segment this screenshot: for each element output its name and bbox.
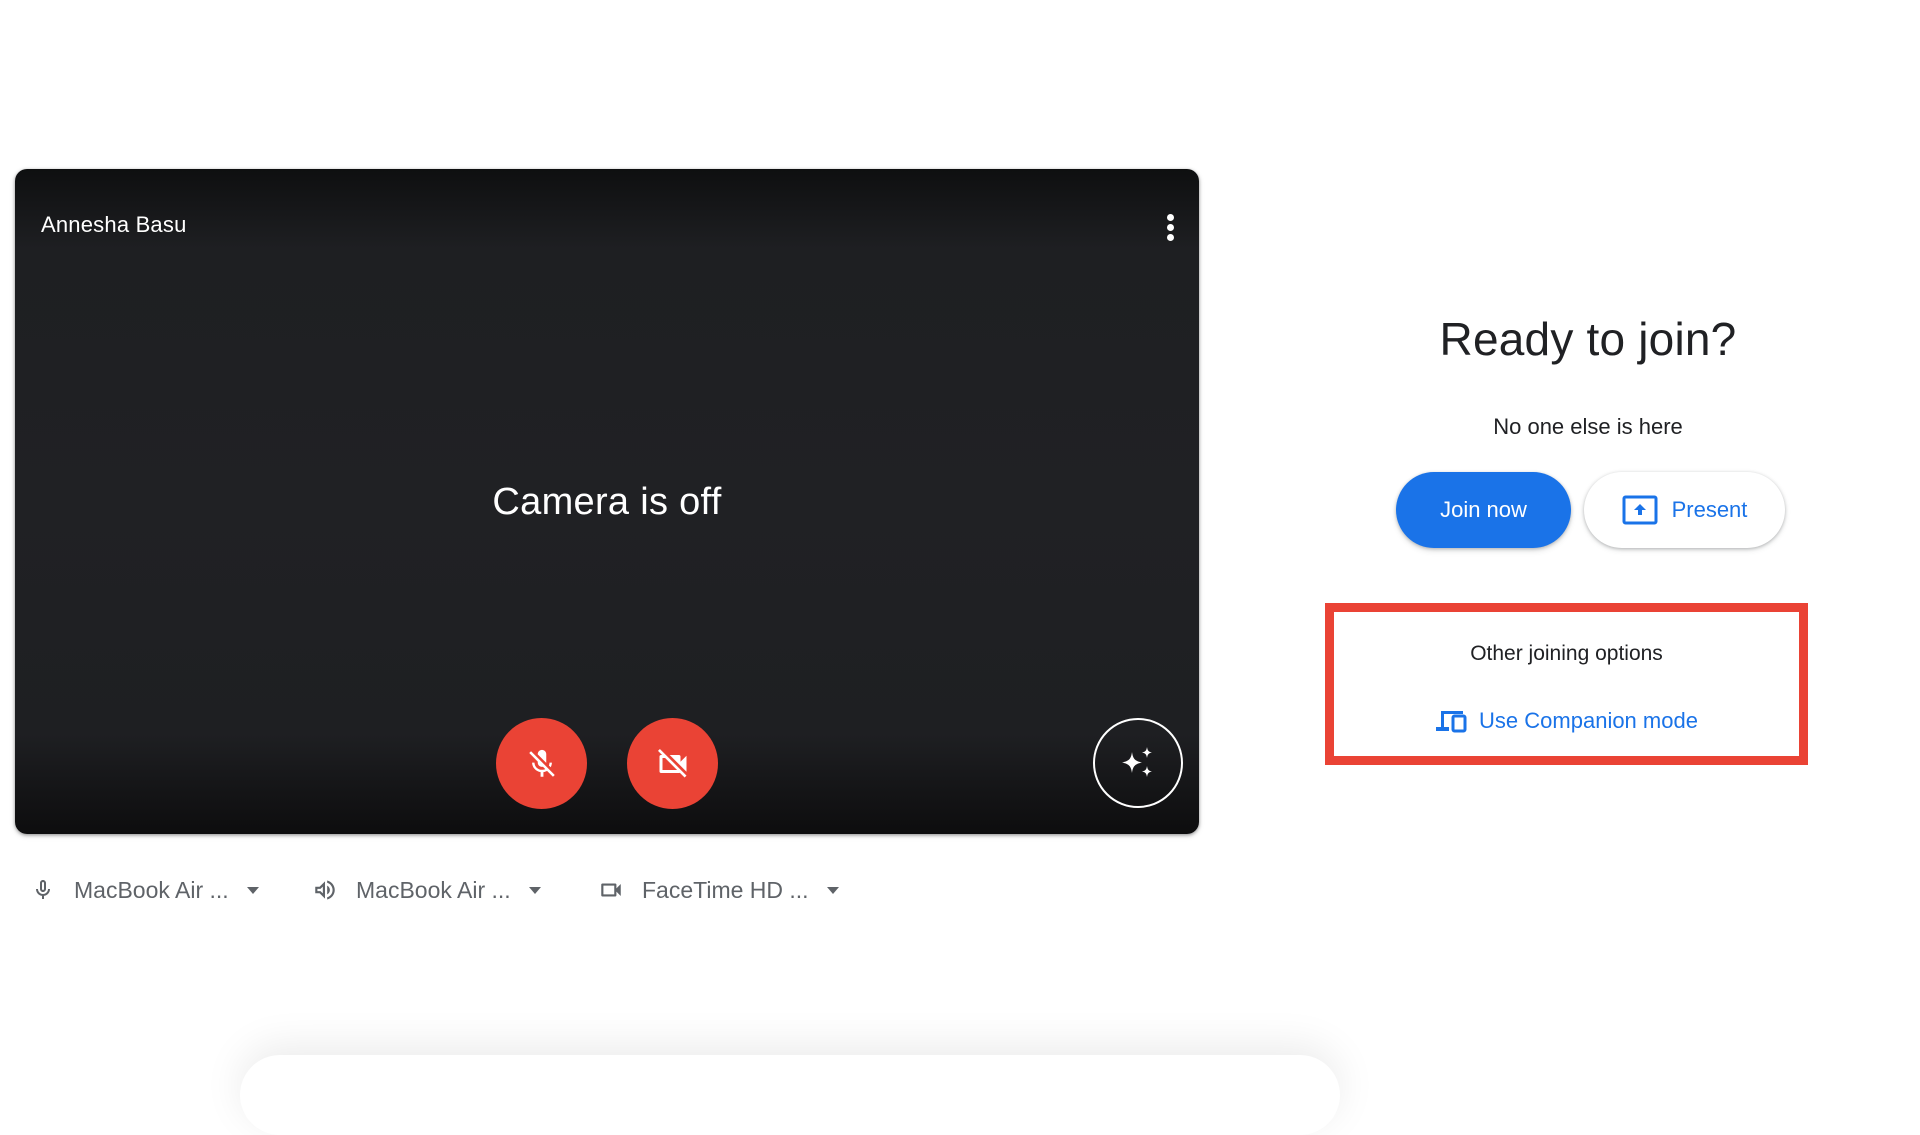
other-options-title: Other joining options xyxy=(1470,642,1663,665)
camera-label: FaceTime HD ... xyxy=(642,876,809,903)
companion-mode-label: Use Companion mode xyxy=(1479,708,1698,733)
microphone-selector[interactable]: MacBook Air ... xyxy=(30,872,259,908)
videocam-icon xyxy=(598,877,624,903)
mic-off-icon xyxy=(528,749,555,777)
chevron-down-icon xyxy=(826,886,839,894)
join-heading: Ready to join? xyxy=(1439,313,1737,365)
camera-toggle-button[interactable] xyxy=(627,718,718,809)
chevron-down-icon xyxy=(246,886,259,894)
speaker-icon xyxy=(312,877,338,903)
microphone-label: MacBook Air ... xyxy=(74,876,229,903)
sparkle-icon xyxy=(1122,747,1152,777)
speaker-selector[interactable]: MacBook Air ... xyxy=(312,872,541,908)
speaker-label: MacBook Air ... xyxy=(356,876,511,903)
bottom-panel-edge xyxy=(240,1055,1340,1135)
companion-mode-link[interactable]: Use Companion mode xyxy=(1334,708,1799,734)
present-to-all-icon xyxy=(1622,495,1658,525)
participants-status: No one else is here xyxy=(1493,414,1683,439)
more-vert-icon xyxy=(1166,213,1174,241)
present-label: Present xyxy=(1671,497,1748,522)
other-joining-options-highlight: Other joining options Use Companion mode xyxy=(1325,603,1808,765)
participant-name: Annesha Basu xyxy=(41,212,187,237)
join-now-label: Join now xyxy=(1440,497,1527,522)
devices-icon xyxy=(1436,711,1467,733)
more-options-button[interactable] xyxy=(1153,209,1187,245)
mic-icon xyxy=(30,877,56,903)
mic-toggle-button[interactable] xyxy=(496,718,587,809)
videocam-off-icon xyxy=(657,748,686,777)
video-preview: Annesha Basu Camera is off xyxy=(15,169,1199,834)
present-button[interactable]: Present xyxy=(1584,472,1785,548)
join-now-button[interactable]: Join now xyxy=(1396,472,1571,548)
camera-status-text: Camera is off xyxy=(492,481,722,523)
visual-effects-button[interactable] xyxy=(1093,718,1183,808)
chevron-down-icon xyxy=(528,886,541,894)
camera-selector[interactable]: FaceTime HD ... xyxy=(598,872,839,908)
device-selector-row: MacBook Air ... MacBook Air ... FaceTime… xyxy=(0,872,900,908)
